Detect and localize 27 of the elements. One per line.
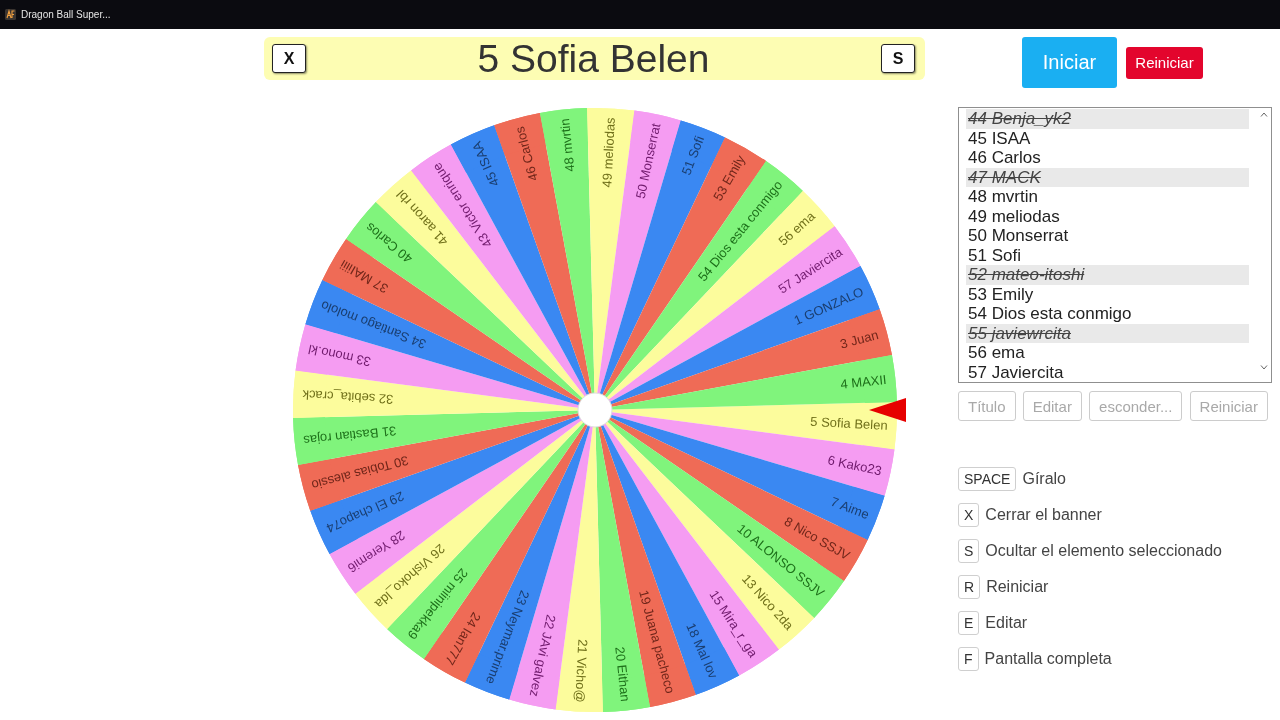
segment-label: 4 MAXII — [839, 371, 887, 392]
shortcut-label: Pantalla completa — [984, 650, 1112, 668]
shortcut-label: Ocultar el elemento seleccionado — [985, 542, 1222, 560]
segment-label: 18 Mal lov — [682, 620, 721, 681]
key-cap: S — [958, 539, 980, 563]
selected-name: 5 Sofia Belen — [477, 37, 710, 80]
segment-label: 31 Bastian rojas — [302, 423, 397, 449]
segment-label: 5 Sofia Belen — [809, 413, 888, 433]
key-cap: SPACE — [958, 467, 1017, 491]
segment-label: 33 mono.kl — [306, 341, 372, 370]
key-cap: E — [958, 611, 980, 635]
segment-label: 3 Juan — [837, 326, 880, 352]
shortcut-label: Reiniciar — [986, 578, 1049, 596]
key-cap: F — [958, 647, 979, 671]
shortcut-label: Gíralo — [1022, 470, 1066, 488]
segment-label: 21 Vicho@ — [571, 638, 590, 703]
segment-label: 32 sebita_crack — [301, 387, 394, 407]
segment-label: 20 Eithan — [611, 646, 633, 703]
key-cap: X — [958, 503, 980, 527]
shortcut-label: Cerrar el banner — [985, 506, 1102, 524]
segment-label: 22 JAvi galvez — [526, 613, 559, 699]
shortcut-label: Editar — [985, 614, 1028, 632]
segment-label: 7 Aime — [828, 493, 871, 523]
segment-label: 6 Kako23 — [825, 452, 883, 479]
window-title: Dragon Ball Super... — [21, 9, 111, 20]
key-cap: R — [958, 575, 981, 599]
segment-label: 19 Juana pacheco — [635, 588, 678, 695]
